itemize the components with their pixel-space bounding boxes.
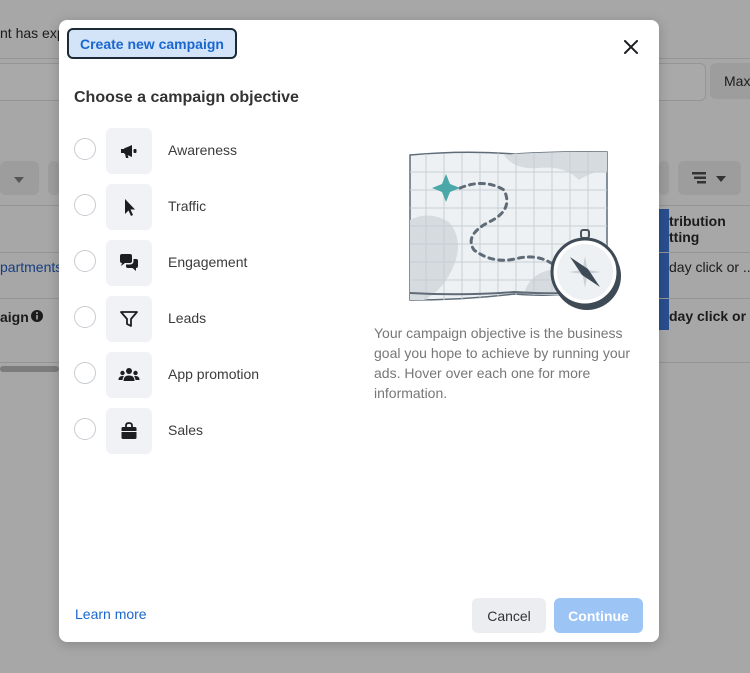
columns-icon (692, 172, 726, 184)
create-campaign-modal: Create new campaign Choose a campaign ob… (59, 20, 659, 642)
chevron-down-icon (14, 177, 24, 183)
objective-option-traffic[interactable]: Traffic (74, 184, 324, 230)
close-button[interactable] (619, 35, 643, 59)
modal-heading: Choose a campaign objective (74, 89, 299, 106)
radio-button[interactable] (74, 138, 96, 160)
option-icon-box (106, 184, 152, 230)
close-icon (624, 40, 638, 54)
background-button-2 (659, 161, 669, 195)
option-label: Sales (168, 422, 204, 438)
row2-attribution: day click or ... (669, 308, 750, 324)
funnel-icon (120, 311, 138, 327)
option-label: Engagement (168, 254, 248, 270)
background-dropdown (0, 161, 39, 195)
row1-name: partments (0, 259, 63, 275)
chat-bubbles-icon (120, 254, 138, 271)
continue-button[interactable]: Continue (554, 598, 643, 633)
map-compass-illustration (409, 151, 621, 310)
radio-button[interactable] (74, 362, 96, 384)
option-label: Awareness (168, 142, 238, 158)
objective-option-leads[interactable]: Leads (74, 296, 324, 342)
notice-text: nt has exp (0, 25, 65, 41)
megaphone-icon (121, 145, 137, 158)
option-label: Leads (168, 310, 207, 326)
max-button: Max (710, 63, 750, 99)
learn-more-link[interactable]: Learn more (75, 606, 147, 622)
row2-name: aign (0, 309, 29, 325)
attribution-header-1: tribution (669, 213, 726, 229)
option-icon-box (106, 296, 152, 342)
people-icon (118, 368, 140, 381)
radio-button[interactable] (74, 306, 96, 328)
cursor-icon (125, 199, 135, 216)
radio-button[interactable] (74, 418, 96, 440)
attribution-header-2: tting (669, 229, 700, 245)
objective-option-app-promotion[interactable]: App promotion (74, 352, 324, 398)
option-icon-box (106, 408, 152, 454)
highlight-bar (659, 209, 669, 330)
radio-button[interactable] (74, 250, 96, 272)
objective-option-sales[interactable]: Sales (74, 408, 324, 454)
row1-attribution: day click or ... (669, 259, 750, 275)
objective-option-awareness[interactable]: Awareness (74, 128, 324, 174)
cancel-button[interactable]: Cancel (472, 598, 546, 633)
option-label: App promotion (168, 366, 260, 382)
create-new-campaign-tab[interactable]: Create new campaign (67, 28, 237, 59)
info-icon (31, 310, 43, 322)
columns-button (678, 161, 741, 195)
option-icon-box (106, 240, 152, 286)
option-icon-box (106, 128, 152, 174)
objective-option-engagement[interactable]: Engagement (74, 240, 324, 286)
radio-button[interactable] (74, 194, 96, 216)
objective-description: Your campaign objective is the business … (374, 325, 631, 401)
option-label: Traffic (168, 198, 207, 214)
horizontal-scrollbar (0, 366, 59, 372)
option-icon-box (106, 352, 152, 398)
shopping-bag-icon (121, 422, 137, 439)
